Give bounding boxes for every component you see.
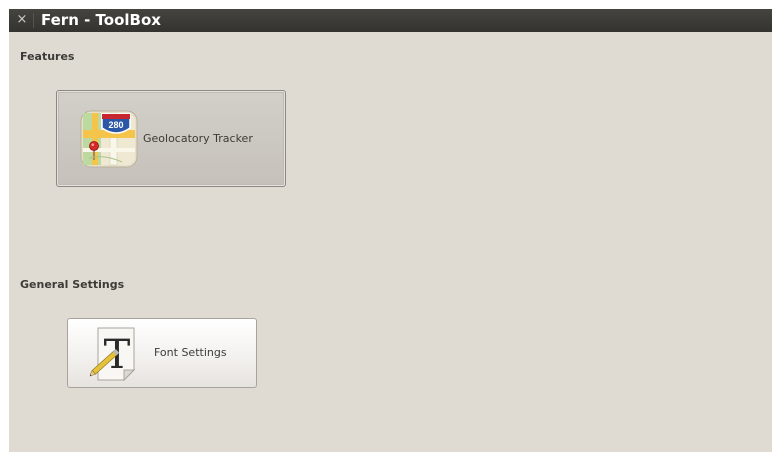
title-bar[interactable]: × Fern - ToolBox [9,9,772,32]
map-icon-sign-text: 280 [108,120,123,130]
close-button[interactable]: × [14,11,30,29]
font-icon: T [88,326,142,382]
font-settings-button[interactable]: T Font Settings [67,318,257,388]
window-title: Fern - ToolBox [41,11,161,29]
map-icon: 280 [80,110,138,168]
close-icon[interactable]: × [17,12,28,27]
section-label-features: Features [20,50,75,63]
section-label-general-settings: General Settings [20,278,125,291]
geolocatory-tracker-label: Geolocatory Tracker [143,132,253,145]
toolbox-window: × Fern - ToolBox Features 280 Geolocator… [9,9,772,452]
font-settings-label: Font Settings [154,346,227,359]
title-separator [33,13,34,28]
geolocatory-tracker-button[interactable]: 280 Geolocatory Tracker [56,90,286,187]
